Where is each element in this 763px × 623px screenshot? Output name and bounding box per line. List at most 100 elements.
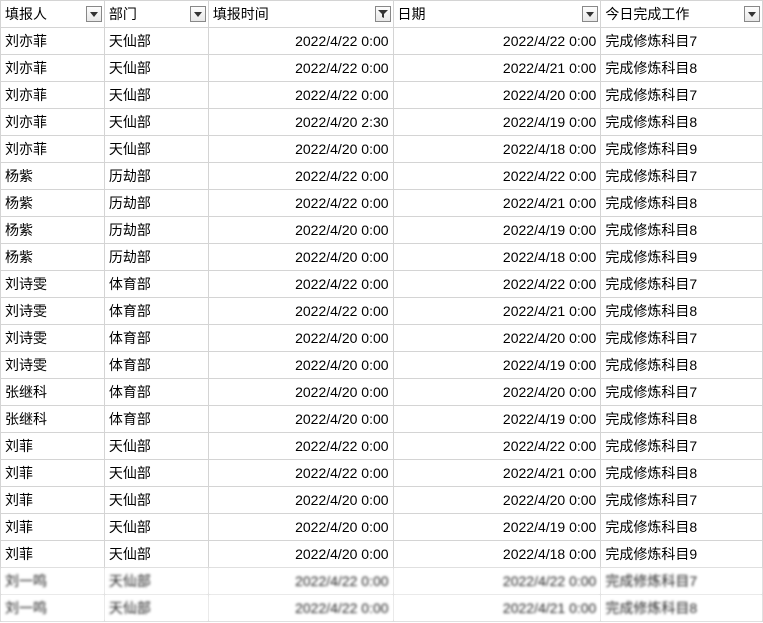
cell-c2[interactable]: 2022/4/22 0:00 — [208, 460, 393, 487]
cell-c1[interactable]: 体育部 — [104, 406, 208, 433]
cell-c2[interactable]: 2022/4/20 0:00 — [208, 514, 393, 541]
cell-c2[interactable]: 2022/4/22 0:00 — [208, 55, 393, 82]
table-row[interactable]: 刘亦菲天仙部2022/4/22 0:002022/4/21 0:00完成修炼科目… — [1, 55, 763, 82]
cell-c2[interactable]: 2022/4/20 0:00 — [208, 136, 393, 163]
cell-c1[interactable]: 体育部 — [104, 352, 208, 379]
cell-c4[interactable]: 完成修炼科目9 — [601, 541, 763, 568]
cell-c2[interactable]: 2022/4/20 0:00 — [208, 352, 393, 379]
cell-c1[interactable]: 体育部 — [104, 298, 208, 325]
cell-c0[interactable]: 刘诗雯 — [1, 352, 105, 379]
cell-c1[interactable]: 天仙部 — [104, 28, 208, 55]
cell-c2[interactable]: 2022/4/22 0:00 — [208, 433, 393, 460]
table-row[interactable]: 杨紫历劫部2022/4/20 0:002022/4/19 0:00完成修炼科目8 — [1, 217, 763, 244]
cell-c1[interactable]: 体育部 — [104, 325, 208, 352]
filter-dropdown-icon[interactable] — [190, 6, 206, 22]
cell-c3[interactable]: 2022/4/18 0:00 — [393, 136, 601, 163]
cell-c4[interactable]: 完成修炼科目7 — [601, 379, 763, 406]
cell-c0[interactable]: 刘亦菲 — [1, 28, 105, 55]
table-row[interactable]: 杨紫历劫部2022/4/22 0:002022/4/22 0:00完成修炼科目7 — [1, 163, 763, 190]
cell-c3[interactable]: 2022/4/19 0:00 — [393, 109, 601, 136]
cell-c4[interactable]: 完成修炼科目8 — [601, 595, 763, 622]
header-4[interactable]: 今日完成工作 — [601, 1, 763, 28]
cell-c0[interactable]: 刘菲 — [1, 433, 105, 460]
cell-c2[interactable]: 2022/4/22 0:00 — [208, 595, 393, 622]
cell-c3[interactable]: 2022/4/18 0:00 — [393, 541, 601, 568]
cell-c1[interactable]: 天仙部 — [104, 82, 208, 109]
cell-c3[interactable]: 2022/4/21 0:00 — [393, 55, 601, 82]
table-row[interactable]: 杨紫历劫部2022/4/22 0:002022/4/21 0:00完成修炼科目8 — [1, 190, 763, 217]
cell-c0[interactable]: 杨紫 — [1, 217, 105, 244]
cell-c3[interactable]: 2022/4/21 0:00 — [393, 298, 601, 325]
table-row[interactable]: 刘亦菲天仙部2022/4/22 0:002022/4/22 0:00完成修炼科目… — [1, 28, 763, 55]
cell-c2[interactable]: 2022/4/20 0:00 — [208, 406, 393, 433]
cell-c0[interactable]: 张继科 — [1, 379, 105, 406]
filter-dropdown-icon[interactable] — [86, 6, 102, 22]
cell-c0[interactable]: 刘诗雯 — [1, 298, 105, 325]
table-row[interactable]: 刘亦菲天仙部2022/4/22 0:002022/4/20 0:00完成修炼科目… — [1, 82, 763, 109]
cell-c2[interactable]: 2022/4/22 0:00 — [208, 190, 393, 217]
cell-c1[interactable]: 体育部 — [104, 271, 208, 298]
table-row[interactable]: 刘诗雯体育部2022/4/22 0:002022/4/22 0:00完成修炼科目… — [1, 271, 763, 298]
cell-c4[interactable]: 完成修炼科目7 — [601, 568, 763, 595]
cell-c1[interactable]: 天仙部 — [104, 595, 208, 622]
cell-c4[interactable]: 完成修炼科目8 — [601, 406, 763, 433]
table-row[interactable]: 张继科体育部2022/4/20 0:002022/4/19 0:00完成修炼科目… — [1, 406, 763, 433]
cell-c1[interactable]: 天仙部 — [104, 460, 208, 487]
table-row[interactable]: 刘诗雯体育部2022/4/22 0:002022/4/21 0:00完成修炼科目… — [1, 298, 763, 325]
cell-c3[interactable]: 2022/4/20 0:00 — [393, 325, 601, 352]
cell-c2[interactable]: 2022/4/20 0:00 — [208, 541, 393, 568]
cell-c3[interactable]: 2022/4/18 0:00 — [393, 244, 601, 271]
cell-c3[interactable]: 2022/4/19 0:00 — [393, 352, 601, 379]
table-row[interactable]: 张继科体育部2022/4/20 0:002022/4/20 0:00完成修炼科目… — [1, 379, 763, 406]
table-row[interactable]: 刘菲天仙部2022/4/22 0:002022/4/21 0:00完成修炼科目8 — [1, 460, 763, 487]
cell-c2[interactable]: 2022/4/22 0:00 — [208, 82, 393, 109]
cell-c1[interactable]: 历劫部 — [104, 217, 208, 244]
cell-c0[interactable]: 杨紫 — [1, 244, 105, 271]
cell-c0[interactable]: 刘亦菲 — [1, 55, 105, 82]
cell-c3[interactable]: 2022/4/22 0:00 — [393, 433, 601, 460]
table-row[interactable]: 刘菲天仙部2022/4/20 0:002022/4/18 0:00完成修炼科目9 — [1, 541, 763, 568]
cell-c3[interactable]: 2022/4/20 0:00 — [393, 487, 601, 514]
cell-c3[interactable]: 2022/4/19 0:00 — [393, 217, 601, 244]
cell-c2[interactable]: 2022/4/20 2:30 — [208, 109, 393, 136]
cell-c2[interactable]: 2022/4/22 0:00 — [208, 271, 393, 298]
cell-c1[interactable]: 天仙部 — [104, 541, 208, 568]
cell-c4[interactable]: 完成修炼科目7 — [601, 163, 763, 190]
cell-c2[interactable]: 2022/4/22 0:00 — [208, 298, 393, 325]
cell-c1[interactable]: 天仙部 — [104, 487, 208, 514]
cell-c0[interactable]: 刘一鸣 — [1, 595, 105, 622]
cell-c4[interactable]: 完成修炼科目7 — [601, 325, 763, 352]
cell-c1[interactable]: 天仙部 — [104, 433, 208, 460]
cell-c3[interactable]: 2022/4/19 0:00 — [393, 514, 601, 541]
cell-c0[interactable]: 刘亦菲 — [1, 109, 105, 136]
table-row[interactable]: 刘菲天仙部2022/4/20 0:002022/4/20 0:00完成修炼科目7 — [1, 487, 763, 514]
cell-c2[interactable]: 2022/4/20 0:00 — [208, 379, 393, 406]
cell-c0[interactable]: 刘亦菲 — [1, 82, 105, 109]
cell-c2[interactable]: 2022/4/20 0:00 — [208, 217, 393, 244]
table-row[interactable]: 刘菲天仙部2022/4/22 0:002022/4/22 0:00完成修炼科目7 — [1, 433, 763, 460]
cell-c0[interactable]: 刘菲 — [1, 541, 105, 568]
cell-c3[interactable]: 2022/4/20 0:00 — [393, 82, 601, 109]
cell-c3[interactable]: 2022/4/22 0:00 — [393, 28, 601, 55]
cell-c0[interactable]: 刘一鸣 — [1, 568, 105, 595]
table-row[interactable]: 刘菲天仙部2022/4/20 0:002022/4/19 0:00完成修炼科目8 — [1, 514, 763, 541]
cell-c0[interactable]: 刘菲 — [1, 487, 105, 514]
cell-c1[interactable]: 天仙部 — [104, 136, 208, 163]
cell-c1[interactable]: 天仙部 — [104, 514, 208, 541]
cell-c0[interactable]: 刘菲 — [1, 460, 105, 487]
filter-dropdown-icon[interactable] — [582, 6, 598, 22]
cell-c3[interactable]: 2022/4/22 0:00 — [393, 271, 601, 298]
cell-c0[interactable]: 张继科 — [1, 406, 105, 433]
header-0[interactable]: 填报人 — [1, 1, 105, 28]
cell-c3[interactable]: 2022/4/21 0:00 — [393, 595, 601, 622]
table-row[interactable]: 刘一鸣天仙部2022/4/22 0:002022/4/21 0:00完成修炼科目… — [1, 595, 763, 622]
cell-c0[interactable]: 刘亦菲 — [1, 136, 105, 163]
cell-c1[interactable]: 天仙部 — [104, 568, 208, 595]
table-row[interactable]: 杨紫历劫部2022/4/20 0:002022/4/18 0:00完成修炼科目9 — [1, 244, 763, 271]
cell-c3[interactable]: 2022/4/21 0:00 — [393, 460, 601, 487]
cell-c3[interactable]: 2022/4/21 0:00 — [393, 190, 601, 217]
cell-c4[interactable]: 完成修炼科目9 — [601, 244, 763, 271]
cell-c4[interactable]: 完成修炼科目7 — [601, 433, 763, 460]
cell-c4[interactable]: 完成修炼科目7 — [601, 82, 763, 109]
header-2[interactable]: 填报时间 — [208, 1, 393, 28]
